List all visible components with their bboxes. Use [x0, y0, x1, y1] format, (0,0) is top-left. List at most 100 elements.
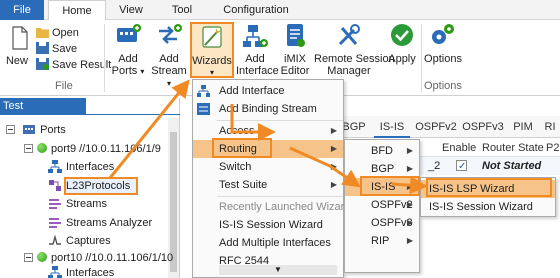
menu-header-recently-launched-label: Recently Launched Wizards — [219, 201, 356, 213]
wizards-dropdown-icon[interactable]: ▾ — [190, 67, 234, 79]
tree-l23protocols[interactable]: L23Protocols — [48, 177, 130, 195]
add-interface-icon — [243, 25, 268, 47]
menu-bar: File Home View Tool Configuration — [0, 0, 560, 21]
port-status-icon — [37, 252, 47, 262]
menu-item-add-binding-stream[interactable]: Add Binding Stream — [193, 100, 343, 118]
add-stream-button[interactable]: Add Stream ▾ — [150, 22, 188, 90]
menu-view[interactable]: View — [108, 0, 154, 20]
menu-home[interactable]: Home — [48, 0, 106, 21]
collapse-toggle-icon[interactable] — [6, 125, 15, 134]
tree-ports-label: Ports — [40, 124, 66, 136]
collapse-toggle-icon[interactable] — [24, 144, 33, 153]
options-label: Options — [424, 53, 462, 65]
tab-bgp[interactable]: BGP — [340, 116, 368, 138]
apply-check-icon — [391, 24, 413, 46]
ribbon-separator-2 — [421, 24, 422, 92]
test-configuration-tab[interactable]: Test Configuration — [0, 98, 86, 128]
save-icon — [36, 42, 49, 54]
gear-icon — [432, 24, 454, 44]
tab-pim[interactable]: PIM — [508, 116, 538, 138]
isis-highlight — [360, 176, 420, 196]
interfaces-icon — [48, 160, 62, 173]
column-p2[interactable]: P2 — [546, 139, 559, 157]
tree-interfaces[interactable]: Interfaces — [48, 158, 114, 176]
options-group-label: Options — [424, 80, 462, 92]
add-interface-label: Add Interface — [236, 53, 279, 77]
save-button[interactable]: Save — [36, 42, 77, 57]
menu-item-add-interface[interactable]: Add Interface — [193, 82, 343, 100]
tree-streams-analyzer-label: Streams Analyzer — [66, 217, 153, 229]
row-name-tail: _2 — [428, 160, 441, 172]
menu-tool[interactable]: Tool — [160, 0, 204, 20]
add-ports-dropdown-icon[interactable]: ▾ — [140, 67, 144, 76]
submenu-arrow-icon: ▶ — [330, 126, 337, 135]
menu-item-add-binding-stream-label: Add Binding Stream — [219, 103, 317, 115]
menu-item-isis-session-wizard-2[interactable]: IS-IS Session Wizard — [421, 198, 555, 216]
remote-session-manager-button[interactable]: Remote Session Manager — [314, 22, 395, 77]
tree-streams-analyzer[interactable]: Streams Analyzer — [48, 214, 152, 232]
add-interface-button[interactable]: Add Interface — [236, 22, 279, 77]
add-ports-label: Add Ports — [111, 53, 138, 77]
panel-tab-underline — [0, 114, 180, 115]
file-group-label: File — [55, 80, 73, 92]
add-interface-icon — [197, 85, 210, 97]
new-button[interactable]: New — [4, 24, 30, 67]
open-button[interactable]: Open — [36, 26, 79, 41]
menu-item-rip[interactable]: RIP ▶ — [345, 232, 419, 250]
menu-item-add-interface-label: Add Interface — [219, 85, 285, 97]
column-router-state[interactable]: Router State — [482, 139, 544, 157]
binding-stream-icon — [197, 103, 210, 115]
tree-port9[interactable]: port9 //10.0.11.106/1/9 — [24, 140, 161, 158]
imix-editor-label: iMIX Editor — [280, 53, 310, 77]
add-ports-button[interactable]: Add Ports ▾ — [108, 22, 148, 78]
port-status-icon — [37, 143, 47, 153]
menu-item-switch[interactable]: Switch ▶ — [193, 158, 343, 176]
add-stream-dropdown-icon[interactable]: ▾ — [167, 79, 171, 88]
tree-port10-label: port10 //10.0.11.106/1/10 — [51, 252, 174, 264]
wizards-button[interactable]: Wizards ▾ — [190, 24, 234, 79]
streams-analyzer-icon — [49, 218, 61, 228]
menu-item-test-suite[interactable]: Test Suite ▶ — [193, 176, 343, 194]
tab-rip[interactable]: RI — [540, 116, 560, 138]
tree-interfaces-2[interactable]: Interfaces — [48, 264, 114, 278]
protocols-icon — [49, 180, 61, 191]
checkbox[interactable] — [456, 158, 467, 176]
tab-ospfv3[interactable]: OSPFv3 — [460, 116, 506, 138]
new-file-icon — [12, 26, 28, 50]
tree-streams[interactable]: Streams — [48, 195, 107, 213]
open-label: Open — [52, 27, 79, 39]
menu-scroll-down-icon[interactable]: ▼ — [219, 265, 337, 275]
apply-button[interactable]: Apply — [386, 22, 418, 65]
menu-configuration[interactable]: Configuration — [214, 0, 298, 20]
imix-editor-button[interactable]: iMIX Editor — [278, 22, 312, 77]
menu-item-ospfv3[interactable]: OSPFv3 ▶ — [345, 214, 419, 232]
collapse-toggle-icon[interactable] — [24, 253, 33, 262]
menu-item-ospfv2[interactable]: OSPFv2 ▶ — [345, 196, 419, 214]
options-button[interactable]: Options — [424, 22, 462, 65]
row-enable-checkbox[interactable] — [456, 157, 467, 176]
tree-port9-label: port9 //10.0.11.106/1/9 — [51, 143, 161, 155]
folder-icon — [36, 28, 49, 38]
apply-label: Apply — [388, 53, 416, 65]
tree-interfaces-label: Interfaces — [66, 161, 115, 173]
submenu-arrow-icon: ▶ — [330, 180, 337, 189]
tab-ospfv2[interactable]: OSPFv2 — [414, 116, 458, 138]
menu-item-add-multiple-interfaces-label: Add Multiple Interfaces — [219, 237, 331, 249]
menu-item-isis-session-wizard[interactable]: IS-IS Session Wizard — [193, 216, 343, 234]
submenu-arrow-icon: ▶ — [330, 144, 337, 153]
save-result-button[interactable]: Save Result — [36, 58, 111, 73]
menu-item-add-multiple-interfaces[interactable]: Add Multiple Interfaces — [193, 234, 343, 252]
menu-item-test-suite-label: Test Suite — [219, 179, 268, 191]
tree-ports[interactable]: Ports — [6, 121, 66, 139]
column-enable[interactable]: Enable — [442, 139, 476, 157]
menu-file[interactable]: File — [0, 0, 44, 20]
submenu-arrow-icon: ▶ — [330, 162, 337, 171]
tab-isis[interactable]: IS-IS — [374, 116, 410, 138]
submenu-arrow-icon: ▶ — [406, 236, 413, 245]
isis-lsp-wizard-highlight — [426, 178, 552, 197]
wizard-wand-icon — [202, 26, 222, 48]
new-label: New — [5, 55, 28, 67]
menu-separator — [217, 196, 343, 197]
tree-captures[interactable]: Captures — [48, 232, 111, 250]
menu-item-bfd[interactable]: BFD ▶ — [345, 142, 419, 160]
